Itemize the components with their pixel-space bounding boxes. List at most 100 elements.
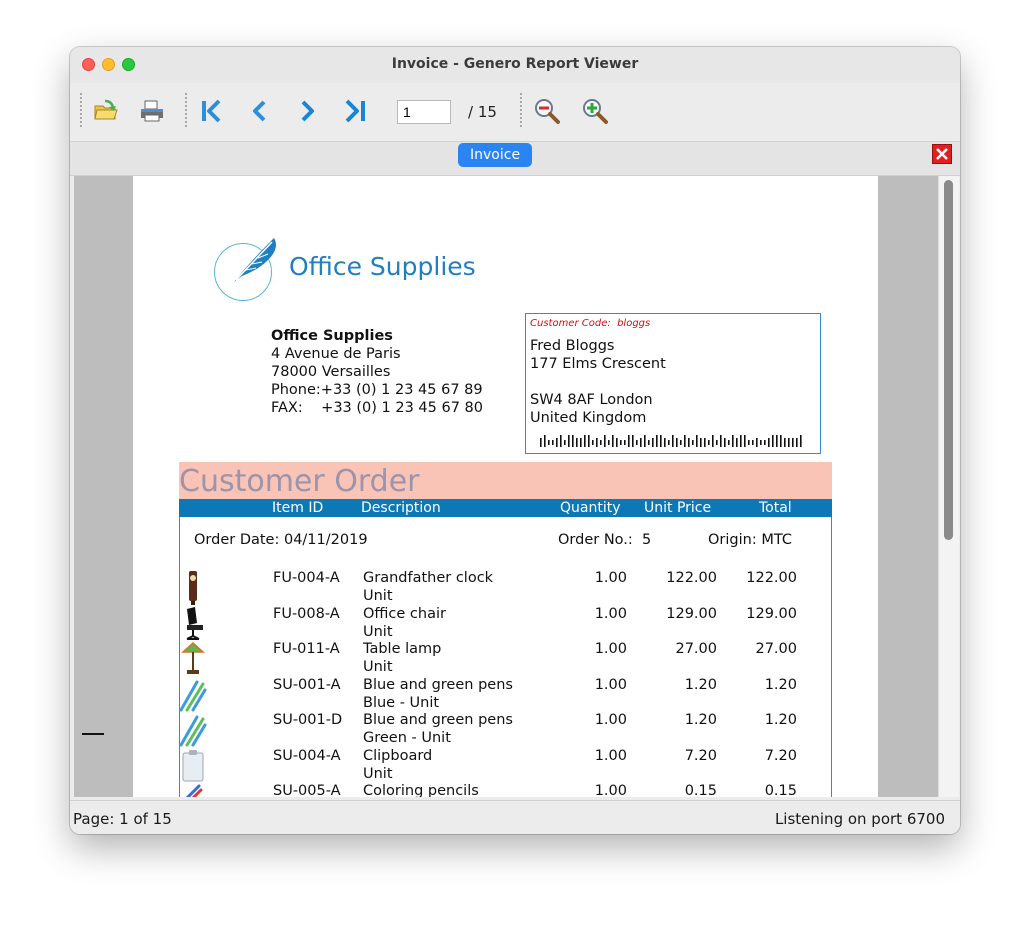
item-quantity: 1.00: [594, 605, 627, 622]
item-quantity: 1.00: [594, 747, 627, 764]
toolbar: / 15: [70, 83, 960, 142]
col-quantity: Quantity: [560, 500, 621, 516]
next-page-icon: [301, 100, 314, 122]
vertical-scrollbar[interactable]: [938, 176, 959, 797]
print-icon: [141, 100, 163, 122]
item-total: 0.15: [764, 783, 797, 797]
item-unit-price: 27.00: [675, 641, 717, 657]
item-total: 1.20: [764, 676, 797, 693]
sender-fax: FAX: +33 (0) 1 23 45 67 80: [271, 400, 484, 416]
chair-icon: [186, 606, 203, 640]
close-tab-button[interactable]: [932, 144, 952, 164]
report-viewer-window: Invoice - Genero Report Viewer 1 / 15 In…: [70, 47, 960, 834]
zoom-in-icon: [583, 99, 608, 124]
item-quantity: 1.00: [594, 641, 627, 657]
print-button[interactable]: [136, 95, 168, 127]
close-icon: [932, 144, 952, 164]
item-unit-price: 129.00: [666, 605, 717, 622]
title-bar: Invoice - Genero Report Viewer: [70, 47, 960, 83]
previous-page-button[interactable]: [244, 95, 276, 127]
sender-street: 4 Avenue de Paris: [271, 346, 401, 362]
status-page-info: Page: 1 of 15: [73, 810, 172, 828]
item-description: Blue and green pens: [363, 676, 513, 693]
order-number: Order No.: 5: [558, 532, 652, 548]
postal-barcode: [540, 435, 802, 447]
item-unit: Unit: [363, 623, 393, 640]
sender-address: Office Supplies 4 Avenue de Paris 78000 …: [271, 327, 483, 417]
item-description: Clipboard: [363, 747, 433, 764]
order-item-row: FU-011-A Table lamp Unit 1.00 27.00 27.00: [179, 640, 832, 676]
pens-icon: [179, 715, 207, 747]
customer-address: Fred Bloggs 177 Elms Crescent SW4 8AF Lo…: [530, 337, 666, 427]
item-unit: Unit: [363, 588, 393, 604]
order-origin: Origin: MTC: [708, 532, 792, 548]
tab-bar: Invoice: [70, 142, 960, 176]
customer-country: United Kingdom: [530, 410, 647, 426]
col-total: Total: [759, 500, 792, 516]
scroll-thumb[interactable]: [944, 180, 953, 540]
item-total: 122.00: [746, 570, 797, 586]
item-unit: Unit: [363, 765, 393, 782]
item-unit: Green - Unit: [363, 730, 451, 746]
item-total: 7.20: [764, 747, 797, 764]
margin-marker: [82, 733, 104, 735]
sender-city: 78000 Versailles: [271, 364, 391, 380]
order-item-row: SU-001-A Blue and green pens Blue - Unit 1.…: [179, 676, 832, 712]
item-description: Coloring pencils: [363, 783, 479, 797]
zoom-out-icon: [535, 99, 560, 124]
previous-page-icon: [253, 100, 266, 122]
item-id: SU-004-A: [273, 747, 341, 764]
item-id: SU-001-D: [273, 712, 343, 728]
item-id: FU-011-A: [273, 641, 340, 657]
last-page-button[interactable]: [339, 95, 371, 127]
customer-name: Fred Bloggs: [530, 338, 615, 354]
order-banner: Customer Order: [179, 462, 832, 499]
item-quantity: 1.00: [594, 676, 627, 693]
item-unit-price: 0.15: [684, 783, 717, 797]
item-description: Blue and green pens: [363, 712, 513, 728]
item-total: 1.20: [764, 712, 797, 728]
toolbar-separator: [520, 93, 522, 127]
company-logo-text: Office Supplies: [289, 252, 476, 281]
order-item-row: FU-004-A Grandfather clock Unit 1.00 122.00 1…: [179, 569, 832, 605]
clipboard-icon: [182, 749, 204, 781]
item-unit-price: 1.20: [684, 712, 717, 728]
document-viewport[interactable]: Office Supplies Office Supplies 4 Avenue…: [74, 176, 959, 797]
item-total: 129.00: [746, 605, 797, 622]
first-page-button[interactable]: [196, 95, 228, 127]
toolbar-separator: [185, 93, 187, 127]
item-id: FU-004-A: [273, 570, 340, 586]
next-page-button[interactable]: [291, 95, 323, 127]
item-quantity: 1.00: [594, 712, 627, 728]
toolbar-separator: [80, 93, 82, 127]
zoom-out-button[interactable]: [531, 95, 563, 127]
first-page-icon: [202, 99, 221, 123]
item-quantity: 1.00: [594, 570, 627, 586]
sender-phone: Phone:+33 (0) 1 23 45 67 89: [271, 382, 483, 398]
item-quantity: 1.00: [594, 783, 627, 797]
tab-invoice[interactable]: Invoice: [458, 143, 533, 167]
customer-street: 177 Elms Crescent: [530, 356, 666, 372]
item-unit-price: 1.20: [684, 676, 717, 693]
item-description: Table lamp: [363, 641, 442, 657]
order-item-row: SU-001-D Blue and green pens Green - Unit 1…: [179, 711, 832, 747]
open-icon: [94, 99, 118, 120]
item-id: SU-005-A: [273, 783, 341, 797]
customer-postcode-city: SW4 8AF London: [530, 392, 653, 408]
sender-name: Office Supplies: [271, 328, 393, 344]
item-unit: Unit: [363, 659, 393, 675]
order-item-row: SU-004-A Clipboard Unit 1.00 7.20 7.20: [179, 747, 832, 783]
invoice-page: Office Supplies Office Supplies 4 Avenue…: [133, 176, 878, 797]
item-id: FU-008-A: [273, 605, 340, 622]
page-number-input[interactable]: [397, 100, 451, 124]
order-item-row: SU-005-A Coloring pencils 1.00 0.15 0.15: [179, 782, 832, 797]
zoom-in-button[interactable]: [579, 95, 611, 127]
order-column-headers: Item ID Description Quantity Unit Price …: [179, 499, 832, 517]
feather-logo-icon: [234, 238, 276, 282]
clock-icon: [189, 571, 197, 605]
lamp-icon: [181, 641, 205, 674]
customer-code: Customer Code: bloggs: [530, 318, 651, 329]
open-button[interactable]: [90, 95, 122, 127]
item-unit-price: 7.20: [684, 747, 717, 764]
col-description: Description: [361, 500, 441, 516]
